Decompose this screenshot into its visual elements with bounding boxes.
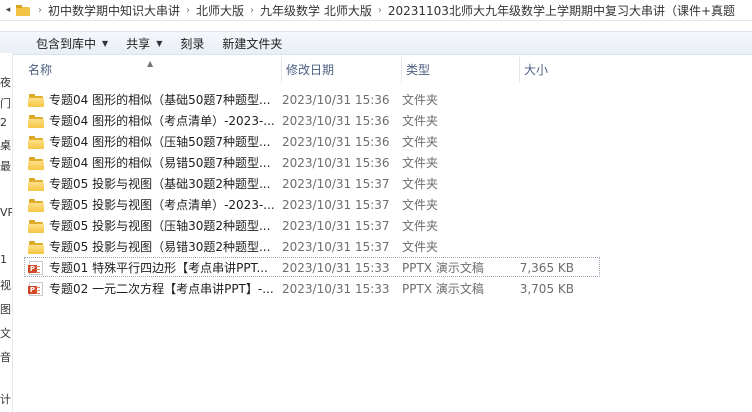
- file-name: 专题01 特殊平行四边形【考点串讲PPT...: [49, 261, 268, 275]
- file-row[interactable]: P 专题01 特殊平行四边形【考点串讲PPT... 2023/10/31 15:…: [24, 257, 624, 278]
- breadcrumb-item[interactable]: 20231103北师大九年级数学上学期期中复习大串讲（课件+真题: [384, 2, 739, 19]
- file-row[interactable]: 专题04 图形的相似（易错50题7种题型... 2023/10/31 15:36…: [24, 152, 624, 173]
- file-date: 2023/10/31 15:36: [282, 134, 390, 149]
- file-list: 专题04 图形的相似（基础50题7种题型... 2023/10/31 15:36…: [24, 89, 624, 299]
- file-date: 2023/10/31 15:36: [282, 155, 390, 170]
- file-name: 专题05 投影与视图（基础30题2种题型...: [49, 177, 271, 191]
- command-toolbar: 包含到库中 ▼ 共享 ▼ 刻录 新建文件夹: [0, 31, 752, 55]
- column-header-type-label: 类型: [406, 63, 431, 77]
- column-header-type[interactable]: 类型: [402, 57, 520, 83]
- file-name: 专题05 投影与视图（压轴30题2种题型...: [49, 219, 271, 233]
- folder-icon: [28, 135, 44, 149]
- file-row[interactable]: P 专题02 一元二次方程【考点串讲PPT】-... 2023/10/31 15…: [24, 278, 624, 299]
- file-row[interactable]: 专题05 投影与视图（考点清单）-2023-... 2023/10/31 15:…: [24, 194, 624, 215]
- file-date: 2023/10/31 15:33: [282, 260, 390, 275]
- nav-item[interactable]: 2: [0, 116, 12, 129]
- file-date: 2023/10/31 15:36: [282, 92, 390, 107]
- file-date: 2023/10/31 15:36: [282, 113, 390, 128]
- burn-label: 刻录: [180, 36, 205, 51]
- file-type: 文件夹: [402, 177, 439, 191]
- sort-ascending-icon: ▲: [147, 59, 154, 68]
- chevron-down-icon: ▼: [156, 38, 163, 48]
- nav-item[interactable]: 夜: [0, 74, 12, 90]
- file-row[interactable]: 专题05 投影与视图（压轴30题2种题型... 2023/10/31 15:37…: [24, 215, 624, 236]
- file-type: 文件夹: [402, 198, 439, 212]
- column-header-date-label: 修改日期: [286, 63, 335, 77]
- nav-item[interactable]: 文: [0, 325, 12, 341]
- nav-item[interactable]: VP: [0, 206, 12, 219]
- file-name: 专题02 一元二次方程【考点串讲PPT】-...: [49, 282, 274, 296]
- nav-item[interactable]: 1: [0, 253, 12, 266]
- folder-icon: [28, 177, 44, 191]
- column-header-date[interactable]: 修改日期: [282, 57, 402, 83]
- breadcrumb-separator-icon[interactable]: ›: [36, 5, 44, 16]
- breadcrumb-separator-icon[interactable]: ›: [248, 5, 256, 16]
- folder-icon: [28, 93, 44, 107]
- breadcrumb-item[interactable]: 初中数学期中知识大串讲: [44, 2, 184, 19]
- nav-item[interactable]: 计: [0, 391, 12, 407]
- file-date: 2023/10/31 15:37: [282, 239, 390, 254]
- pptx-file-icon: P: [28, 260, 44, 275]
- file-date: 2023/10/31 15:37: [282, 176, 390, 191]
- folder-icon: [28, 114, 44, 128]
- include-in-library-label: 包含到库中: [36, 36, 97, 51]
- pptx-file-icon: P: [28, 281, 44, 296]
- share-button[interactable]: 共享 ▼: [117, 32, 171, 54]
- file-name: 专题04 图形的相似（压轴50题7种题型...: [49, 135, 271, 149]
- file-row[interactable]: 专题04 图形的相似（基础50题7种题型... 2023/10/31 15:36…: [24, 89, 624, 110]
- file-name: 专题04 图形的相似（易错50题7种题型...: [49, 156, 271, 170]
- file-date: 2023/10/31 15:37: [282, 218, 390, 233]
- file-type: PPTX 演示文稿: [402, 261, 484, 275]
- breadcrumb-item[interactable]: 北师大版: [192, 2, 248, 19]
- file-date: 2023/10/31 15:33: [282, 281, 390, 296]
- file-type: 文件夹: [402, 156, 439, 170]
- column-header-bar: ▲ 名称 修改日期 类型 大小: [24, 57, 752, 83]
- file-row[interactable]: 专题04 图形的相似（压轴50题7种题型... 2023/10/31 15:36…: [24, 131, 624, 152]
- file-row[interactable]: 专题05 投影与视图（易错30题2种题型... 2023/10/31 15:37…: [24, 236, 624, 257]
- breadcrumb-separator-icon[interactable]: ›: [184, 5, 192, 16]
- nav-item[interactable]: 图: [0, 301, 12, 317]
- breadcrumb-item[interactable]: 九年级数学 北师大版: [256, 2, 376, 19]
- file-size: 3,705 KB: [519, 281, 574, 296]
- file-size: 7,365 KB: [519, 260, 574, 275]
- file-name: 专题04 图形的相似（考点清单）-2023-...: [49, 114, 275, 128]
- address-bar[interactable]: ◂ › 初中数学期中知识大串讲 › 北师大版 › 九年级数学 北师大版 › 20…: [0, 0, 752, 21]
- new-folder-label: 新建文件夹: [222, 36, 283, 51]
- file-type: 文件夹: [402, 93, 439, 107]
- column-header-size[interactable]: 大小: [520, 57, 600, 83]
- chevron-left-icon[interactable]: ◂: [2, 5, 14, 15]
- nav-item[interactable]: 最: [0, 158, 12, 174]
- file-row[interactable]: 专题04 图形的相似（考点清单）-2023-... 2023/10/31 15:…: [24, 110, 624, 131]
- nav-item[interactable]: 视: [0, 277, 12, 293]
- file-type: PPTX 演示文稿: [402, 282, 484, 296]
- file-name: 专题05 投影与视图（易错30题2种题型...: [49, 240, 271, 254]
- folder-icon: [28, 240, 44, 254]
- file-type: 文件夹: [402, 135, 439, 149]
- nav-item[interactable]: 桌: [0, 137, 12, 153]
- file-date: 2023/10/31 15:37: [282, 197, 390, 212]
- burn-button[interactable]: 刻录: [171, 32, 213, 54]
- nav-item[interactable]: 门: [0, 95, 12, 111]
- chevron-down-icon: ▼: [102, 38, 109, 48]
- nav-item[interactable]: 音: [0, 349, 12, 365]
- file-type: 文件夹: [402, 240, 439, 254]
- file-type: 文件夹: [402, 219, 439, 233]
- folder-icon: [16, 4, 30, 16]
- file-name: 专题04 图形的相似（基础50题7种题型...: [49, 93, 271, 107]
- file-name: 专题05 投影与视图（考点清单）-2023-...: [49, 198, 275, 212]
- folder-icon: [28, 198, 44, 212]
- new-folder-button[interactable]: 新建文件夹: [213, 32, 291, 54]
- navigation-pane[interactable]: 夜 门 2 桌 最 VP 1 视 图 文 音 计: [0, 53, 13, 412]
- share-label: 共享: [126, 36, 151, 51]
- column-header-size-label: 大小: [524, 63, 549, 77]
- breadcrumb-separator-icon[interactable]: ›: [376, 5, 384, 16]
- folder-icon: [28, 156, 44, 170]
- include-in-library-button[interactable]: 包含到库中 ▼: [0, 32, 117, 54]
- column-header-name[interactable]: ▲ 名称: [24, 57, 282, 83]
- file-row[interactable]: 专题05 投影与视图（基础30题2种题型... 2023/10/31 15:37…: [24, 173, 624, 194]
- file-type: 文件夹: [402, 114, 439, 128]
- folder-icon: [28, 219, 44, 233]
- column-header-name-label: 名称: [28, 63, 53, 77]
